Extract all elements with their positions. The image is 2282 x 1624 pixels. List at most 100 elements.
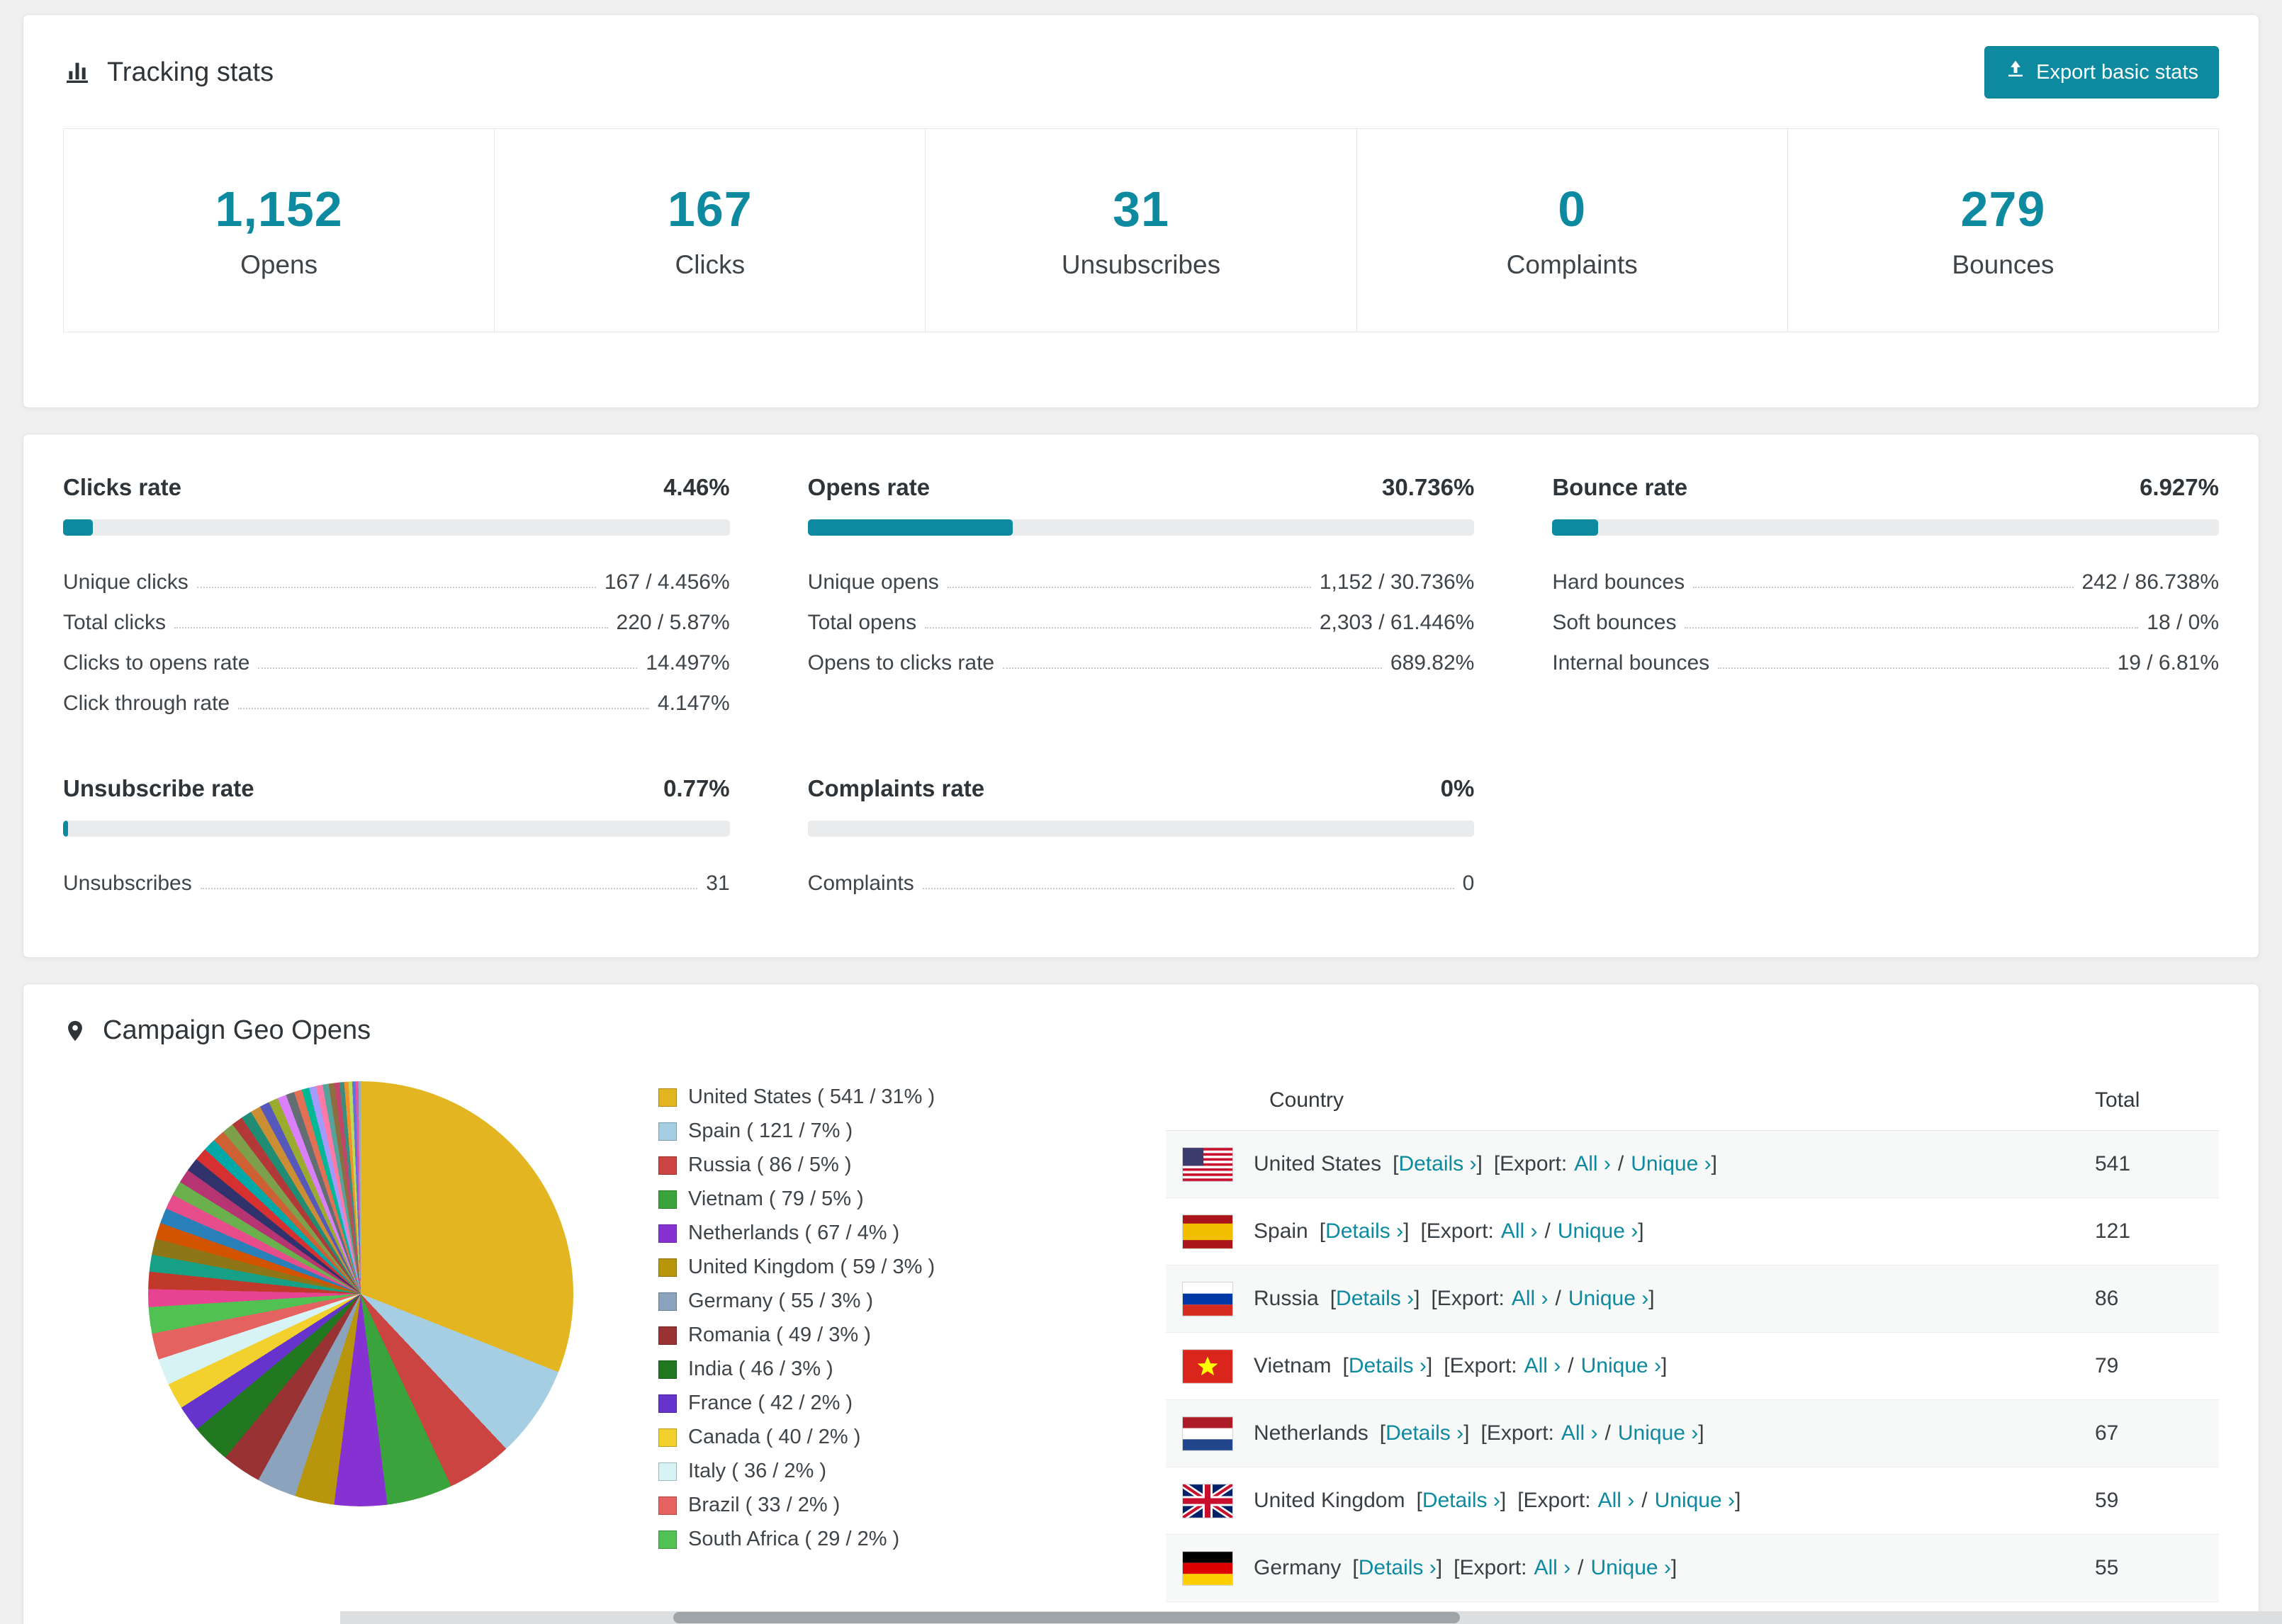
stat-label: Complaints [1506, 250, 1638, 279]
geo-pie-chart[interactable] [148, 1081, 573, 1506]
legend-swatch [658, 1122, 677, 1141]
rate-detail-value: 167 / 4.456% [604, 570, 730, 594]
horizontal-scrollbar-thumb[interactable] [673, 1612, 1460, 1623]
legend-label: Vietnam ( 79 / 5% ) [688, 1188, 864, 1210]
legend-item: Canada ( 40 / 2% ) [658, 1426, 1154, 1449]
dotted-leader [925, 627, 1311, 628]
details-link[interactable]: Details › [1398, 1152, 1476, 1175]
dotted-leader [196, 587, 596, 588]
dotted-leader [238, 708, 649, 709]
rates-card: Clicks rate 4.46% Unique clicks 167 / 4.… [23, 434, 2259, 958]
legend-label: India ( 46 / 3% ) [688, 1358, 833, 1380]
export-all-link[interactable]: All › [1534, 1556, 1570, 1579]
legend-label: Romania ( 49 / 3% ) [688, 1324, 871, 1346]
map-pin-icon [63, 1016, 87, 1046]
rate-block: Bounce rate 6.927% Hard bounces 242 / 86… [1552, 474, 2219, 716]
country-total: 86 [2095, 1287, 2119, 1310]
export-unique-link[interactable]: Unique › [1581, 1354, 1661, 1377]
rate-detail-value: 4.147% [657, 692, 730, 715]
country-name: Vietnam [1254, 1354, 1332, 1377]
stat-label: Opens [240, 250, 318, 279]
export-unique-link[interactable]: Unique › [1618, 1421, 1698, 1445]
export-all-link[interactable]: All › [1561, 1421, 1598, 1445]
export-unique-link[interactable]: Unique › [1568, 1287, 1648, 1310]
rate-detail-value: 1,152 / 30.736% [1319, 570, 1475, 594]
country-total: 79 [2095, 1354, 2119, 1377]
stat-value: 279 [1960, 181, 2046, 237]
rate-detail-value: 18 / 0% [2147, 611, 2219, 634]
details-link[interactable]: Details › [1359, 1556, 1437, 1579]
export-unique-link[interactable]: Unique › [1631, 1152, 1711, 1175]
export-all-link[interactable]: All › [1574, 1152, 1611, 1175]
country-total: 541 [2095, 1152, 2131, 1175]
rate-detail-row: Clicks to opens rate 14.497% [63, 635, 730, 675]
rate-detail-label: Unsubscribes [63, 872, 192, 895]
stat-box: 1,152 Opens [63, 128, 495, 332]
export-unique-link[interactable]: Unique › [1558, 1219, 1638, 1243]
rate-detail-value: 0 [1462, 872, 1475, 895]
export-all-link[interactable]: All › [1524, 1354, 1561, 1377]
export-all-link[interactable]: All › [1501, 1219, 1538, 1243]
country-total: 55 [2095, 1556, 2119, 1579]
dotted-leader [1718, 667, 2109, 669]
stat-label: Bounces [1952, 250, 2055, 279]
export-unique-link[interactable]: Unique › [1591, 1556, 1671, 1579]
legend-swatch [658, 1394, 677, 1413]
rate-detail-row: Internal bounces 19 / 6.81% [1552, 635, 2219, 675]
column-header-country: Country [1269, 1088, 1344, 1112]
legend-label: Netherlands ( 67 / 4% ) [688, 1222, 900, 1244]
rate-value: 0.77% [663, 775, 730, 801]
dotted-leader [258, 667, 638, 669]
rate-title: Clicks rate [63, 474, 181, 500]
horizontal-scrollbar-track [340, 1611, 2282, 1624]
legend-label: Italy ( 36 / 2% ) [688, 1460, 827, 1482]
legend-item: India ( 46 / 3% ) [658, 1358, 1154, 1381]
legend-swatch [658, 1462, 677, 1481]
details-link[interactable]: Details › [1349, 1354, 1427, 1377]
rate-progress-bar [63, 821, 730, 837]
legend-item: Brazil ( 33 / 2% ) [658, 1494, 1154, 1517]
rate-progress-bar [1552, 519, 2219, 536]
legend-item: United States ( 541 / 31% ) [658, 1086, 1154, 1109]
country-name: Spain [1254, 1219, 1308, 1243]
rate-detail-value: 242 / 86.738% [2081, 570, 2220, 594]
dotted-leader [1693, 587, 2074, 588]
legend-swatch [658, 1156, 677, 1175]
rate-detail-value: 14.497% [646, 651, 730, 675]
stat-label: Unsubscribes [1061, 250, 1221, 279]
legend-label: Russia ( 86 / 5% ) [688, 1154, 852, 1176]
geo-country-table: Country Total United States [Details ›] … [1166, 1070, 2219, 1602]
dotted-leader [174, 627, 608, 628]
rate-value: 6.927% [2140, 474, 2219, 500]
legend-swatch [658, 1428, 677, 1447]
rate-progress-bar [63, 519, 730, 536]
details-link[interactable]: Details › [1422, 1489, 1500, 1512]
legend-swatch [658, 1360, 677, 1379]
legend-swatch [658, 1326, 677, 1345]
export-basic-stats-button[interactable]: Export basic stats [1984, 46, 2219, 98]
campaign-geo-opens-card: Campaign Geo Opens United States ( 541 /… [23, 983, 2259, 1624]
stat-label: Clicks [675, 250, 746, 279]
rate-value: 0% [1440, 775, 1475, 801]
rates-grid: Clicks rate 4.46% Unique clicks 167 / 4.… [23, 434, 2259, 896]
details-link[interactable]: Details › [1336, 1287, 1414, 1310]
geo-table-row: Russia [Details ›] [Export: All › / Unique … [1166, 1265, 2219, 1333]
legend-swatch [658, 1292, 677, 1311]
dotted-leader [200, 888, 698, 889]
stat-box: 167 Clicks [494, 128, 926, 332]
country-name: United States [1254, 1152, 1382, 1175]
country-flag-icon [1183, 1147, 1232, 1181]
country-name: United Kingdom [1254, 1489, 1405, 1512]
details-link[interactable]: Details › [1325, 1219, 1403, 1243]
dotted-leader [922, 888, 1454, 889]
export-all-link[interactable]: All › [1512, 1287, 1548, 1310]
legend-item: Vietnam ( 79 / 5% ) [658, 1188, 1154, 1211]
rate-detail-label: Unique clicks [63, 570, 189, 594]
country-total: 67 [2095, 1421, 2119, 1445]
rate-block: Clicks rate 4.46% Unique clicks 167 / 4.… [63, 474, 730, 716]
rate-detail-row: Soft bounces 18 / 0% [1552, 594, 2219, 635]
export-all-link[interactable]: All › [1598, 1489, 1635, 1512]
rate-detail-value: 220 / 5.87% [616, 611, 730, 634]
export-unique-link[interactable]: Unique › [1655, 1489, 1735, 1512]
details-link[interactable]: Details › [1386, 1421, 1463, 1445]
